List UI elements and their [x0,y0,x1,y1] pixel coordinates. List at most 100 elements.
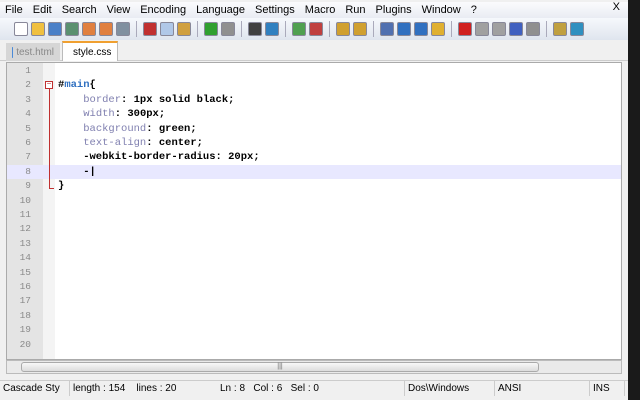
code-editor[interactable]: 1 2 #main{3 border: 1px solid black; 4 widt… [6,62,622,360]
code-line[interactable]: 6 text-align: center; [7,136,621,150]
code-line[interactable]: 16 [7,280,621,294]
code-text: -| [58,165,96,178]
code-line[interactable]: 12 [7,222,621,236]
doc-map-icon[interactable] [431,22,445,36]
menu-macro[interactable]: Macro [300,4,341,16]
sync-h-icon[interactable] [353,22,367,36]
wrap-icon[interactable] [380,22,394,36]
stop-icon[interactable] [475,22,489,36]
toolbar-separator [197,21,198,37]
print-icon[interactable] [116,22,130,36]
line-number: 9 [25,180,31,192]
save-macro-icon[interactable] [526,22,540,36]
horizontal-scrollbar[interactable]: ||| [6,360,622,374]
menu-settings[interactable]: Settings [250,4,300,16]
status-bar: Cascade Sty length : 154 lines : 20 Ln :… [0,380,628,396]
code-line[interactable]: 3 border: 1px solid black; [7,93,621,107]
line-number: 6 [25,137,31,148]
code-text: } [58,180,65,193]
play-icon[interactable] [492,22,506,36]
toolbar-separator [329,21,330,37]
code-line[interactable]: 10 [7,194,621,208]
indent-guide-icon[interactable] [414,22,428,36]
code-line[interactable]: 14 [7,251,621,265]
code-text: #main{ [58,79,96,92]
save-all-icon[interactable] [65,22,79,36]
code-text: text-align: center; [83,137,203,149]
line-number: 11 [19,209,31,220]
menu-search[interactable]: Search [57,4,102,16]
menu-window[interactable]: Window [417,4,466,16]
line-number: 8 [25,165,31,177]
folder-icon[interactable] [553,22,567,36]
find-icon[interactable] [248,22,262,36]
menu-bar: File Edit Search View Encoding Language Settin… [0,2,628,18]
undo-icon[interactable] [204,22,218,36]
close-document-button[interactable]: X [613,1,620,13]
close-icon[interactable] [82,22,96,36]
code-line[interactable]: 11 [7,208,621,222]
tab-style-css[interactable]: style.css [62,41,118,61]
all-chars-icon[interactable] [397,22,411,36]
line-number: 7 [25,151,31,163]
line-number: 17 [19,295,31,307]
fold-collapse-icon[interactable]: − [45,81,53,89]
code-line[interactable]: 7 -webkit-border-radius: 20px; [7,150,621,164]
new-icon[interactable] [14,22,28,36]
code-line[interactable]: 4 width: 300px; [7,107,621,121]
toolbar [0,18,628,40]
menu-language[interactable]: Language [191,4,250,16]
code-line[interactable]: 1 [7,64,621,78]
menu-run[interactable]: Run [340,4,370,16]
code-line[interactable]: 5 background: green; [7,122,621,136]
code-line[interactable]: 18 [7,309,621,323]
code-line[interactable]: 13 [7,237,621,251]
code-text: -webkit-border-radius: 20px; [58,151,260,164]
menu-plugins[interactable]: Plugins [371,4,417,16]
line-number: 2 [25,79,31,91]
redo-icon[interactable] [221,22,235,36]
menu-view[interactable]: View [102,4,136,16]
menu-edit[interactable]: Edit [28,4,57,16]
line-number: 13 [19,237,31,249]
toolbar-separator [546,21,547,37]
replace-icon[interactable] [265,22,279,36]
record-icon[interactable] [458,22,472,36]
copy-icon[interactable] [160,22,174,36]
status-insert-mode: INS [590,381,625,396]
cut-icon[interactable] [143,22,157,36]
spellcheck-icon[interactable] [570,22,584,36]
menu-file[interactable]: File [0,4,28,16]
status-encoding: ANSI [495,381,590,396]
toolbar-separator [451,21,452,37]
sync-v-icon[interactable] [336,22,350,36]
line-number: 16 [19,281,31,292]
code-line[interactable]: 8 -| [7,164,621,180]
status-eol: Dos\Windows [405,381,495,396]
zoom-in-icon[interactable] [292,22,306,36]
tab-test-html[interactable]: test.html [6,43,60,61]
code-line[interactable]: 15 [7,266,621,280]
scrollbar-thumb[interactable]: ||| [21,362,539,372]
code-line[interactable]: 20 [7,338,621,352]
code-line[interactable]: 19 [7,323,621,337]
line-number: 18 [19,309,31,321]
line-number: 12 [19,223,31,235]
code-line[interactable]: 17 [7,294,621,308]
menu-encoding[interactable]: Encoding [135,4,191,16]
code-line[interactable]: 2 #main{ [7,78,621,92]
close-all-icon[interactable] [99,22,113,36]
play-multi-icon[interactable] [509,22,523,36]
status-length-lines: length : 154 lines : 20 [73,383,177,394]
line-number: 5 [25,122,31,134]
save-icon[interactable] [48,22,62,36]
line-number: 14 [19,252,31,264]
line-number: 3 [25,93,31,105]
toolbar-separator [241,21,242,37]
code-text: border: 1px solid black; [83,93,235,106]
open-icon[interactable] [31,22,45,36]
menu-help[interactable]: ? [466,4,482,16]
paste-icon[interactable] [177,22,191,36]
code-line[interactable]: 9} [7,179,621,193]
zoom-out-icon[interactable] [309,22,323,36]
